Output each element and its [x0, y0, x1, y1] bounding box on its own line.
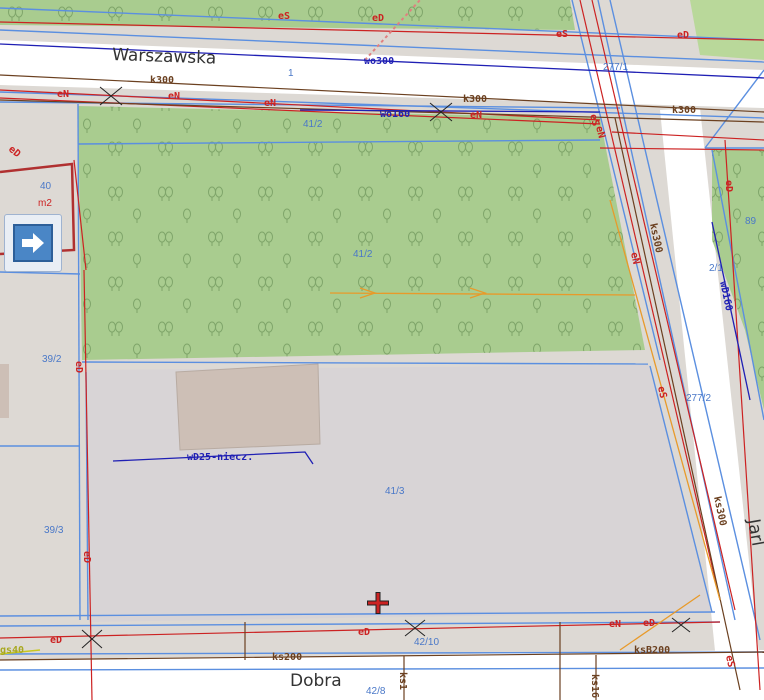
- parcel-label: 89: [745, 216, 757, 227]
- utility-label: k300: [463, 94, 487, 105]
- parcel-label: 41/3: [385, 486, 405, 497]
- utility-label: eD: [358, 627, 370, 638]
- parcel-label: 42/8: [366, 686, 386, 697]
- utility-label: eD: [372, 13, 384, 24]
- parcel-label: 39/3: [44, 525, 64, 536]
- utility-label: k300: [672, 105, 696, 116]
- building: [175, 363, 321, 451]
- parcel-label: 1: [288, 68, 294, 79]
- utility-label: eD: [643, 618, 655, 629]
- utility-label: eD: [677, 30, 689, 41]
- utility-label: eS: [278, 11, 290, 22]
- parcel-label: 277/1: [603, 62, 628, 73]
- parcel-label: 39/2: [42, 354, 62, 365]
- parcel-label: 41/2: [353, 249, 373, 260]
- street-name-top: Warszawska: [112, 45, 217, 69]
- utility-label: eD: [73, 361, 84, 373]
- utility-label: wo300: [364, 56, 394, 67]
- utility-label: wo160: [380, 109, 410, 120]
- utility-label: eD: [50, 635, 62, 646]
- utility-label: ks1: [397, 672, 408, 690]
- utility-label: eN: [168, 91, 180, 102]
- utility-label: wD25-niecz.: [187, 451, 253, 463]
- parcel-label: 40: [40, 181, 52, 192]
- utility-label: eN: [57, 89, 69, 100]
- parcel-label: 41/2: [303, 119, 323, 130]
- utility-label: gs40: [0, 645, 24, 656]
- navigate-arrow-button[interactable]: [4, 214, 62, 272]
- utility-label: eS: [556, 29, 568, 40]
- parcel-label: 277/2: [686, 393, 711, 404]
- utility-label: eD: [723, 180, 734, 192]
- parcel-label: 2/1: [709, 263, 723, 274]
- street-name-bottom: Dobra: [290, 671, 342, 691]
- arrow-right-icon: [13, 224, 53, 262]
- utility-label: ks200: [272, 652, 302, 663]
- utility-label: eD: [81, 551, 92, 563]
- utility-label: k300: [150, 75, 174, 86]
- utility-map[interactable]: Warszawska Dobra Jarl 1 277/1 41/2 41/2 …: [0, 0, 764, 700]
- utility-label: ks16: [589, 674, 600, 698]
- map-view[interactable]: Warszawska Dobra Jarl 1 277/1 41/2 41/2 …: [0, 0, 764, 700]
- utility-label: eN: [264, 98, 276, 109]
- utility-label: eN: [609, 619, 621, 630]
- parcel-label: m2: [38, 198, 52, 209]
- utility-label: eN: [470, 110, 482, 121]
- utility-label: ksB200: [634, 645, 670, 656]
- parcel-label: 42/10: [414, 637, 439, 648]
